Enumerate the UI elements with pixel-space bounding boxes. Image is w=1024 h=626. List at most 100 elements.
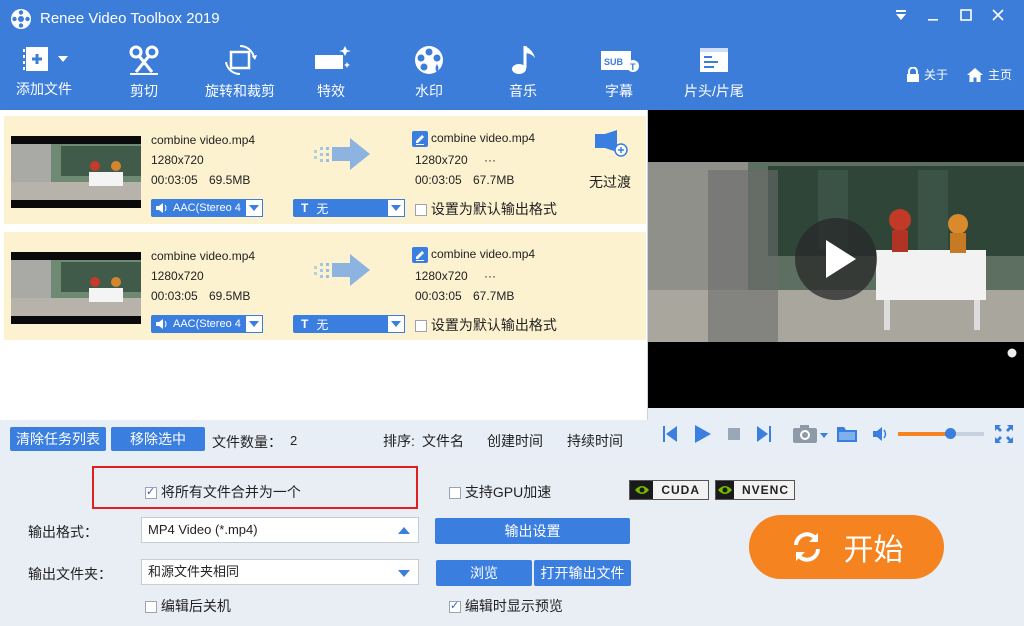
- stop-icon[interactable]: [728, 428, 740, 440]
- home-button[interactable]: 主页: [966, 66, 1012, 83]
- task-item[interactable]: combine video.mp4 1280x720 00:03:05 69.5…: [4, 116, 646, 224]
- crop-icon: [225, 44, 257, 76]
- volume-slider-knob[interactable]: [944, 428, 956, 439]
- fullscreen-icon[interactable]: [994, 424, 1014, 444]
- gpu-accel-label: 支持GPU加速: [464, 484, 552, 500]
- add-file-button[interactable]: 添加文件: [8, 44, 80, 106]
- tool-label: 特效: [317, 83, 345, 99]
- effects-button[interactable]: 特效: [306, 44, 356, 106]
- source-resolution: 1280x720: [151, 153, 204, 167]
- play-overlay-button[interactable]: [795, 218, 877, 300]
- default-format-checkbox[interactable]: [415, 204, 427, 217]
- default-format-row[interactable]: 设置为默认输出格式: [415, 199, 557, 219]
- merge-files-label: 将所有文件合并为一个: [160, 484, 301, 500]
- minimize-icon: [928, 19, 938, 21]
- output-duration: 00:03:05: [415, 289, 462, 303]
- audio-track-dropdown[interactable]: AAC(Stereo 4: [151, 315, 263, 333]
- close-button[interactable]: [987, 8, 1009, 28]
- cut-button[interactable]: 剪切: [114, 44, 174, 106]
- text-icon: T: [301, 317, 309, 331]
- show-preview-checkbox[interactable]: [449, 599, 461, 614]
- volume-icon[interactable]: [872, 426, 890, 442]
- about-button[interactable]: 关于: [906, 66, 948, 83]
- volume-slider-fill: [898, 432, 950, 436]
- output-settings-button[interactable]: 输出设置: [435, 518, 630, 544]
- output-filename-row[interactable]: combine video.mp4: [412, 247, 535, 263]
- video-preview[interactable]: [648, 110, 1024, 408]
- subtitle-button[interactable]: SUB T 字幕: [594, 44, 644, 106]
- output-format-select[interactable]: MP4 Video (*.mp4): [141, 517, 419, 543]
- default-format-row[interactable]: 设置为默认输出格式: [415, 315, 557, 335]
- sort-by-name[interactable]: 文件名: [422, 431, 464, 451]
- tool-label: 音乐: [509, 83, 537, 99]
- transition-button[interactable]: [593, 128, 629, 161]
- browse-button[interactable]: 浏览: [436, 560, 532, 586]
- subtitle-icon: SUB T: [601, 48, 639, 72]
- menu-dropdown-button[interactable]: [890, 8, 912, 28]
- folder-icon[interactable]: [836, 425, 858, 443]
- skip-forward-icon[interactable]: [756, 425, 772, 443]
- refresh-icon: [793, 532, 820, 562]
- sort-by-duration[interactable]: 持续时间: [567, 431, 623, 451]
- edit-icon[interactable]: [412, 131, 428, 147]
- default-format-checkbox[interactable]: [415, 320, 427, 333]
- watermark-button[interactable]: 水印: [406, 44, 452, 106]
- chevron-down-icon: [387, 199, 405, 217]
- source-filename: combine video.mp4: [151, 249, 256, 263]
- output-filename: combine video.mp4: [431, 247, 536, 262]
- tool-label: 添加文件: [16, 81, 72, 97]
- volume-slider[interactable]: [898, 428, 984, 439]
- shutdown-row[interactable]: 编辑后关机: [145, 596, 231, 616]
- svg-text:T: T: [630, 62, 636, 72]
- shutdown-checkbox[interactable]: [145, 601, 157, 614]
- nvenc-badge: NVENC: [715, 480, 795, 500]
- convert-arrow-icon: [314, 254, 370, 286]
- gpu-accel-checkbox[interactable]: [449, 487, 461, 500]
- video-thumbnail[interactable]: [11, 252, 141, 324]
- shutdown-label: 编辑后关机: [160, 598, 231, 614]
- source-duration: 00:03:05: [151, 173, 198, 187]
- sort-by-created[interactable]: 创建时间: [487, 431, 543, 451]
- subtitle-dropdown[interactable]: T 无: [293, 315, 405, 333]
- task-item[interactable]: combine video.mp4 1280x720 00:03:05 69.5…: [4, 232, 646, 340]
- open-output-folder-button[interactable]: 打开输出文件: [534, 560, 631, 586]
- close-icon: [992, 9, 1004, 21]
- camera-icon[interactable]: [792, 424, 830, 444]
- music-button[interactable]: 音乐: [500, 44, 546, 106]
- start-button[interactable]: 开始: [749, 515, 944, 579]
- output-filename-row[interactable]: combine video.mp4: [412, 131, 535, 147]
- speaker-icon: [156, 203, 167, 213]
- play-icon[interactable]: [694, 424, 712, 444]
- maximize-button[interactable]: [955, 8, 977, 28]
- subtitle-dropdown[interactable]: T 无: [293, 199, 405, 217]
- chevron-down-icon: [387, 315, 405, 333]
- skip-back-icon[interactable]: [662, 425, 678, 443]
- show-preview-row[interactable]: 编辑时显示预览: [449, 596, 563, 616]
- edit-icon[interactable]: [412, 247, 428, 263]
- tool-label: 水印: [415, 83, 443, 99]
- output-more-button[interactable]: ···: [484, 153, 496, 167]
- clear-tasks-button[interactable]: 清除任务列表: [10, 427, 106, 451]
- output-more-button[interactable]: ···: [484, 269, 496, 283]
- scissors-icon: [129, 45, 159, 75]
- tool-label: 字幕: [605, 83, 633, 99]
- video-thumbnail[interactable]: [11, 136, 141, 208]
- chevron-up-icon: [398, 527, 410, 534]
- remove-selected-button[interactable]: 移除选中: [111, 427, 205, 451]
- intro-outro-button[interactable]: 片头/片尾: [678, 44, 750, 106]
- merge-files-row[interactable]: 将所有文件合并为一个: [145, 482, 301, 502]
- speaker-icon: [156, 319, 167, 329]
- output-folder-select[interactable]: 和源文件夹相同: [141, 559, 419, 585]
- minimize-button[interactable]: [922, 8, 944, 28]
- audio-track-dropdown[interactable]: AAC(Stereo 4: [151, 199, 263, 217]
- main-toolbar: 添加文件 剪切 旋转和裁剪 特效 水印 音乐 SUB T 字幕 片头/片尾 关于…: [0, 38, 1024, 110]
- rotate-crop-button[interactable]: 旋转和裁剪: [198, 44, 282, 106]
- transition-label: 无过渡: [589, 174, 631, 190]
- merge-files-checkbox[interactable]: [145, 485, 157, 500]
- tool-label: 旋转和裁剪: [205, 83, 275, 99]
- title-bar: Renee Video Toolbox 2019: [0, 0, 1024, 38]
- logo-watermark-icon: [1007, 348, 1017, 358]
- gpu-accel-row[interactable]: 支持GPU加速: [449, 482, 551, 502]
- text-icon: T: [301, 201, 309, 215]
- cuda-badge: CUDA: [629, 480, 709, 500]
